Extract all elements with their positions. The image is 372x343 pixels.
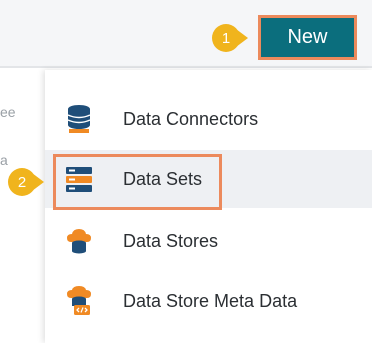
menu-item-label: Data Store Meta Data <box>123 290 298 311</box>
menu-item-label: Data Stores <box>123 230 219 251</box>
server-icon <box>63 163 95 195</box>
toolbar-divider <box>0 66 372 68</box>
cloud-code-icon <box>63 285 95 317</box>
callout-pointer <box>236 29 248 47</box>
callout-pointer <box>32 173 44 191</box>
menu-item-data-sets[interactable]: Data Sets <box>45 150 372 208</box>
menu-item-label: Data Sets <box>123 168 203 189</box>
background-text-fragment: a <box>0 152 8 168</box>
new-button[interactable]: New <box>258 15 357 60</box>
step-callout-2: 2 <box>8 168 44 196</box>
background-text-fragment: ee <box>0 104 16 120</box>
database-icon <box>63 103 95 135</box>
menu-item-data-connectors[interactable]: Data Connectors <box>45 90 372 148</box>
menu-item-label: Data Connectors <box>123 108 259 129</box>
step-callout-1: 1 <box>212 24 248 52</box>
screen: 1 New ee a Data Connectors Data Sets Dat… <box>0 0 372 343</box>
cloud-database-icon <box>63 225 95 257</box>
menu-item-data-stores[interactable]: Data Stores <box>45 212 372 270</box>
menu-item-data-store-meta-data[interactable]: Data Store Meta Data <box>45 272 372 330</box>
new-menu-dropdown: Data Connectors Data Sets Data Stores Da… <box>45 70 372 343</box>
